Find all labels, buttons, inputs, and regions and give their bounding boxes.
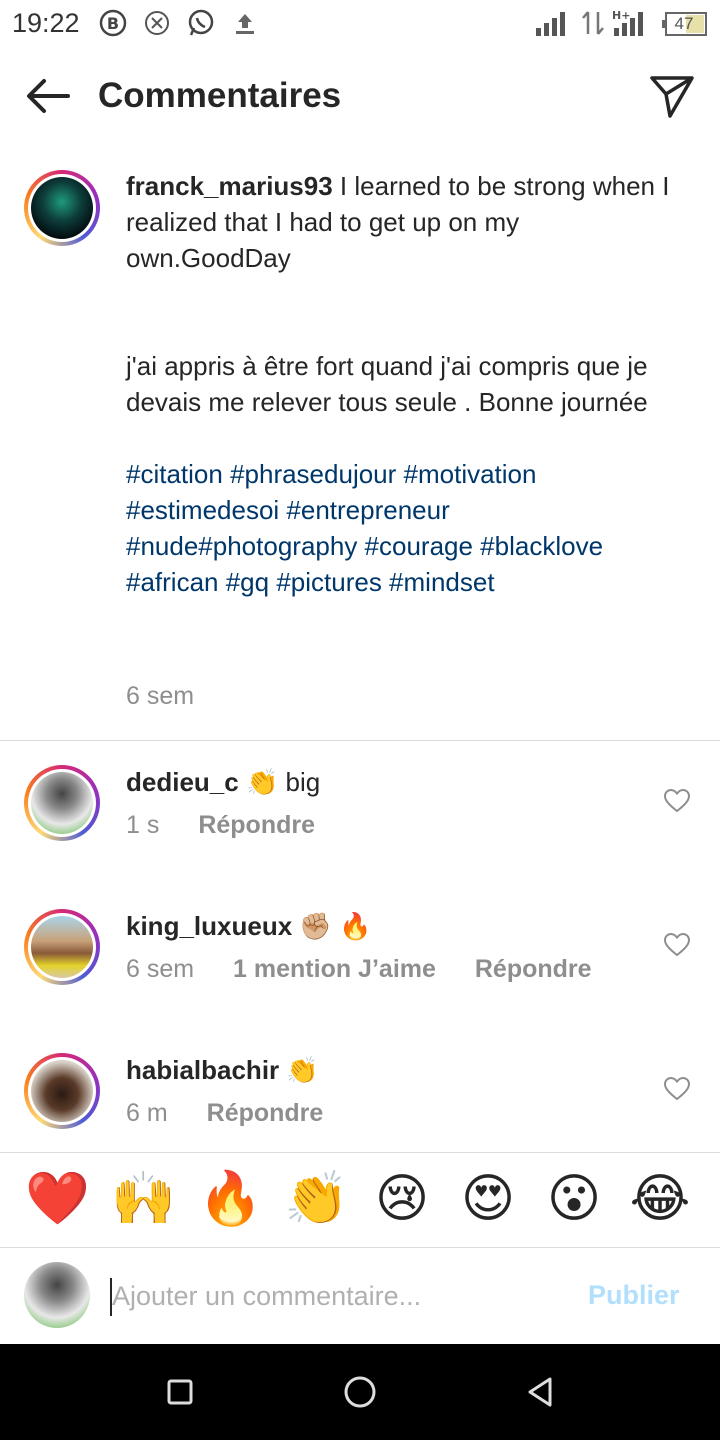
heart-icon[interactable] xyxy=(664,789,690,813)
caption-username[interactable]: franck_marius93 xyxy=(126,171,333,201)
reply-button[interactable]: Répondre xyxy=(475,955,592,983)
heart-icon[interactable] xyxy=(664,1077,690,1101)
emoji-heart[interactable]: ❤️ xyxy=(25,1167,90,1231)
publish-button[interactable]: Publier xyxy=(588,1280,680,1311)
emoji-raising-hands[interactable]: 🙌 xyxy=(111,1167,176,1231)
avatar[interactable] xyxy=(24,1053,100,1129)
status-bar: 19:22 B H+ 47 xyxy=(0,0,720,50)
heart-icon[interactable] xyxy=(664,933,690,957)
data-arrows-icon xyxy=(582,11,604,35)
caption: franck_marius93 I learned to be strong w… xyxy=(126,168,686,600)
recents-square-icon[interactable] xyxy=(160,1372,200,1412)
emoji-clapping[interactable]: 👏 xyxy=(284,1167,349,1231)
divider xyxy=(0,740,720,741)
close-circle-icon xyxy=(145,11,169,35)
back-triangle-icon[interactable] xyxy=(520,1372,560,1412)
b-circle-icon: B xyxy=(99,9,127,37)
comment-username[interactable]: dedieu_c xyxy=(126,767,239,797)
signal-icon xyxy=(536,12,565,36)
paper-plane-icon[interactable] xyxy=(648,72,696,120)
likes-count[interactable]: 1 mention J’aime xyxy=(233,955,436,983)
status-time: 19:22 xyxy=(12,8,80,38)
caption-timestamp: 6 sem xyxy=(126,682,195,710)
home-circle-icon[interactable] xyxy=(340,1372,380,1412)
upload-icon xyxy=(236,14,254,34)
comment-text: 👏 big xyxy=(245,767,321,797)
page-title: Commentaires xyxy=(98,76,342,115)
avatar xyxy=(24,1262,90,1328)
comment-timestamp: 6 m xyxy=(126,1099,168,1127)
h-plus-signal-icon: H+ xyxy=(612,9,643,36)
emoji-crying[interactable]: 😢 xyxy=(370,1167,434,1231)
comment-item: king_luxueux ✊🏼 🔥 6 sem 1 mention J’aime… xyxy=(0,909,720,1019)
comment-timestamp: 1 s xyxy=(126,811,160,839)
avatar[interactable] xyxy=(24,170,100,246)
reply-button[interactable]: Répondre xyxy=(207,1099,324,1127)
svg-text:B: B xyxy=(107,14,119,33)
emoji-heart-eyes[interactable]: 😍 xyxy=(456,1167,520,1231)
caption-hashtags[interactable]: #citation #phrasedujour #motivation #est… xyxy=(126,456,686,600)
emoji-reaction-bar: ❤️ 🙌 🔥 👏 😢 😍 😮 😂 xyxy=(0,1152,720,1248)
emoji-fire[interactable]: 🔥 xyxy=(198,1167,263,1231)
svg-text:H+: H+ xyxy=(612,9,630,22)
comment-input[interactable] xyxy=(112,1276,572,1316)
navigation-bar xyxy=(0,1344,720,1440)
battery-level: 47 xyxy=(674,14,694,33)
whatsapp-icon xyxy=(188,9,214,36)
comment-username[interactable]: habialbachir xyxy=(126,1055,279,1085)
caption-text-fr: j'ai appris à être fort quand j'ai compr… xyxy=(126,351,648,417)
comment-text: ✊🏼 🔥 xyxy=(299,911,372,941)
comment-username[interactable]: king_luxueux xyxy=(126,911,292,941)
avatar[interactable] xyxy=(24,909,100,985)
comment-item: habialbachir 👏 6 m Répondre xyxy=(0,1053,720,1163)
reply-button[interactable]: Répondre xyxy=(198,811,315,839)
comment-text: 👏 xyxy=(286,1055,319,1085)
avatar[interactable] xyxy=(24,765,100,841)
arrow-left-icon[interactable] xyxy=(24,76,72,116)
header: Commentaires xyxy=(0,60,720,134)
emoji-surprised[interactable]: 😮 xyxy=(542,1167,606,1231)
comment-item: dedieu_c 👏 big 1 s Répondre xyxy=(0,765,720,875)
comment-timestamp: 6 sem xyxy=(126,955,195,983)
emoji-laughing[interactable]: 😂 xyxy=(628,1167,692,1231)
comment-input-bar: Publier xyxy=(0,1250,720,1342)
